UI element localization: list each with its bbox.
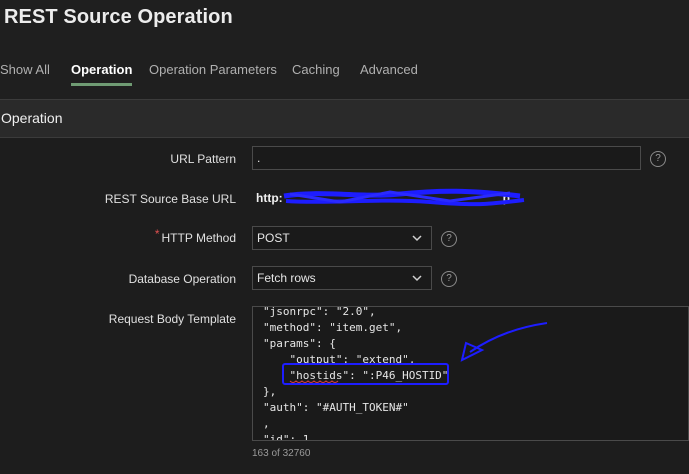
http-method-select[interactable]: POST: [252, 226, 432, 250]
code-line-hostids: "hostids": ":P46_HOSTID": [263, 369, 449, 382]
page-title: REST Source Operation: [4, 6, 233, 28]
http-method-label: * HTTP Method: [155, 227, 236, 245]
redaction-scribble: [283, 188, 525, 207]
tab-caching[interactable]: Caching: [292, 56, 340, 86]
char-counter: 163 of 32760: [252, 448, 311, 459]
required-marker: *: [154, 227, 160, 241]
url-pattern-value: .: [257, 151, 261, 165]
request-body-label: Request Body Template: [108, 312, 236, 326]
code-line: "auth": "#AUTH_TOKEN#": [263, 401, 409, 414]
url-pattern-help-icon[interactable]: ?: [650, 151, 666, 167]
tab-operation-parameters[interactable]: Operation Parameters: [149, 56, 277, 86]
url-pattern-label: URL Pattern: [170, 152, 236, 166]
http-method-help-icon[interactable]: ?: [441, 231, 457, 247]
region-title: Operation: [1, 110, 63, 126]
http-method-value: POST: [257, 231, 290, 245]
database-operation-label: Database Operation: [128, 272, 236, 286]
http-method-label-text: HTTP Method: [161, 231, 236, 245]
code-line: "jsonrpc": "2.0",: [263, 306, 376, 318]
code-line: "id": 1: [263, 433, 310, 441]
code-line: "params": {: [263, 337, 336, 350]
url-pattern-input[interactable]: .: [252, 146, 641, 170]
database-operation-select[interactable]: Fetch rows: [252, 266, 432, 290]
code-line: "method": "item.get",: [263, 321, 403, 334]
tab-advanced[interactable]: Advanced: [360, 56, 418, 86]
code-line: },: [263, 385, 277, 398]
code-line: "output": "extend",: [263, 353, 416, 366]
tab-show-all[interactable]: Show All: [0, 56, 50, 86]
request-body-textarea[interactable]: "jsonrpc": "2.0", "method": "item.get", …: [252, 306, 689, 441]
database-operation-help-icon[interactable]: ?: [441, 271, 457, 287]
code-line: ,: [263, 417, 270, 430]
base-url-label: REST Source Base URL: [104, 192, 236, 206]
chevron-down-icon: [412, 235, 422, 242]
database-operation-value: Fetch rows: [257, 271, 316, 285]
region-header: Operation: [0, 99, 689, 138]
chevron-down-icon: [412, 275, 422, 282]
tab-operation[interactable]: Operation: [71, 56, 133, 86]
base-url-prefix: http:: [256, 191, 283, 205]
